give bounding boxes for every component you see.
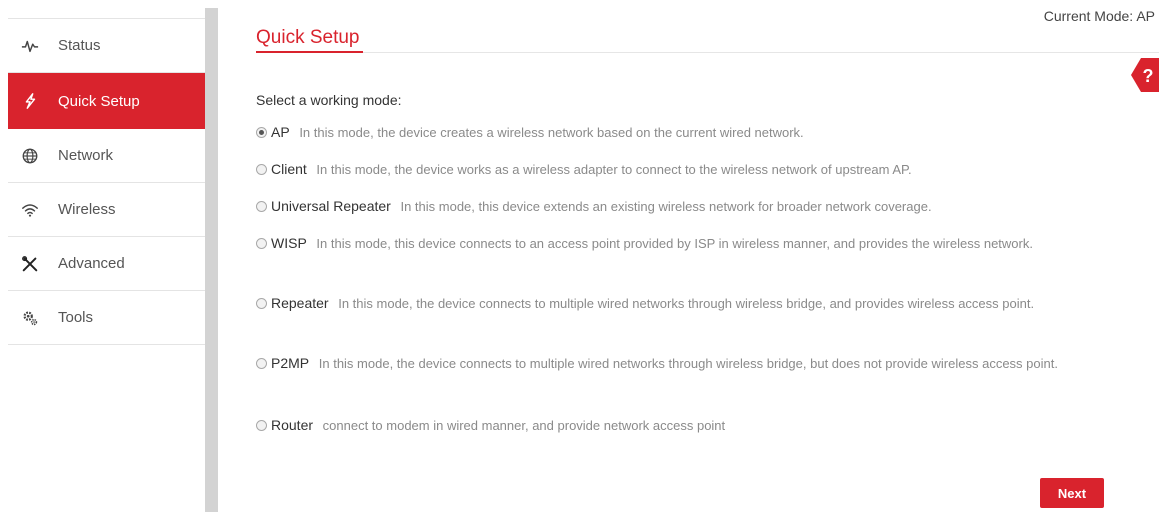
- radio-repeater[interactable]: [256, 298, 267, 309]
- mode-name[interactable]: Client: [271, 161, 307, 177]
- globe-icon: [20, 146, 40, 166]
- radio-p2mp[interactable]: [256, 358, 267, 369]
- pulse-icon: [20, 36, 40, 56]
- mode-description: In this mode, the device connects to mul…: [338, 296, 1035, 311]
- sidebar-item-label: Network: [58, 147, 114, 164]
- lightning-icon: [20, 91, 40, 111]
- mode-option-repeater: Repeater In this mode, the device connec…: [256, 291, 1096, 316]
- sidebar-item-advanced[interactable]: Advanced: [8, 237, 208, 291]
- mode-option-universal-repeater: Universal Repeater In this mode, this de…: [256, 194, 1096, 219]
- radio-ap[interactable]: [256, 127, 267, 138]
- mode-name[interactable]: P2MP: [271, 355, 309, 371]
- mode-description: In this mode, this device extends an exi…: [400, 199, 932, 214]
- sidebar-splitter[interactable]: [205, 8, 218, 512]
- sidebar-item-wireless[interactable]: Wireless: [8, 183, 208, 237]
- mode-description: In this mode, the device works as a wire…: [316, 162, 912, 177]
- wifi-icon: [20, 200, 40, 220]
- radio-client[interactable]: [256, 164, 267, 175]
- mode-option-client: Client In this mode, the device works as…: [256, 157, 1096, 182]
- sidebar-item-label: Advanced: [58, 255, 125, 272]
- next-button[interactable]: Next: [1040, 478, 1104, 508]
- mode-description: connect to modem in wired manner, and pr…: [322, 418, 726, 433]
- help-label: ?: [1143, 66, 1154, 86]
- mode-name[interactable]: Router: [271, 417, 313, 433]
- sidebar-item-label: Quick Setup: [58, 92, 140, 110]
- mode-name[interactable]: Universal Repeater: [271, 198, 391, 214]
- mode-option-router: Router connect to modem in wired manner,…: [256, 413, 1096, 438]
- mode-description: In this mode, the device connects to mul…: [318, 356, 1058, 371]
- title-underline: [256, 51, 363, 53]
- title-divider: [256, 52, 1159, 53]
- mode-option-wisp: WISP In this mode, this device connects …: [256, 231, 1096, 256]
- sidebar-item-label: Status: [58, 37, 101, 54]
- mode-description: In this mode, the device creates a wirel…: [299, 125, 804, 140]
- mode-name[interactable]: Repeater: [271, 295, 329, 311]
- mode-option-ap: AP In this mode, the device creates a wi…: [256, 120, 1096, 145]
- radio-router[interactable]: [256, 420, 267, 431]
- sidebar-item-tools[interactable]: Tools: [8, 291, 208, 345]
- mode-option-p2mp: P2MP In this mode, the device connects t…: [256, 351, 1096, 376]
- page: Status Quick Setup Network Wireless Adva…: [0, 0, 1159, 512]
- page-title: Quick Setup: [256, 27, 360, 48]
- sidebar-item-label: Tools: [58, 309, 94, 326]
- sidebar-item-status[interactable]: Status: [8, 19, 208, 73]
- sidebar-item-network[interactable]: Network: [8, 129, 208, 183]
- radio-universal-repeater[interactable]: [256, 201, 267, 212]
- sidebar-item-label: Wireless: [58, 201, 116, 218]
- help-icon: ?: [1131, 58, 1159, 92]
- help-button[interactable]: ?: [1131, 58, 1159, 92]
- mode-name[interactable]: WISP: [271, 235, 307, 251]
- mode-name[interactable]: AP: [271, 124, 290, 140]
- radio-wisp[interactable]: [256, 238, 267, 249]
- tools-cross-icon: [20, 254, 40, 274]
- current-mode-label: Current Mode: AP: [1043, 8, 1155, 24]
- gears-icon: [20, 308, 40, 328]
- sidebar-item-quick-setup[interactable]: Quick Setup: [8, 73, 208, 129]
- mode-description: In this mode, this device connects to an…: [316, 236, 1033, 251]
- sidebar: Status Quick Setup Network Wireless Adva…: [8, 18, 208, 512]
- mode-prompt: Select a working mode:: [256, 92, 402, 108]
